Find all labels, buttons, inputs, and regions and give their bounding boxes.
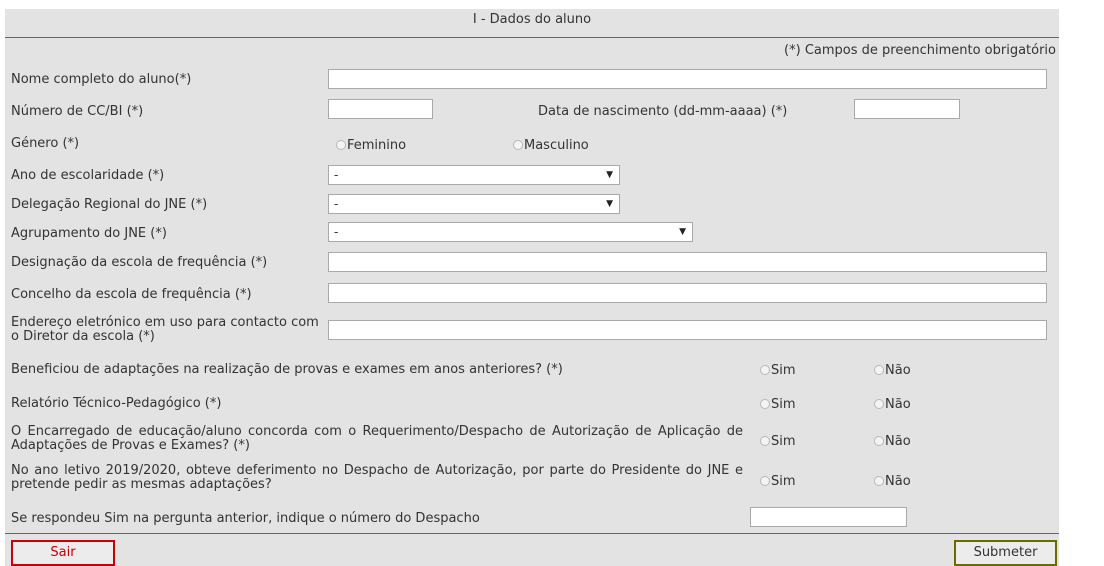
cc-label: Número de CC/BI (*) (11, 104, 144, 119)
submeter-button[interactable]: Submeter (954, 540, 1057, 566)
footer-divider (5, 533, 1059, 534)
radio-circle[interactable] (760, 365, 770, 375)
header-divider (5, 37, 1059, 38)
q1-sim-label: Sim (771, 363, 796, 378)
radio-circle[interactable] (760, 476, 770, 486)
required-note: (*) Campos de preenchimento obrigatório (784, 43, 1056, 58)
q1-nao-radio[interactable]: Não (874, 363, 911, 378)
q1-nao-label: Não (885, 363, 911, 378)
q3-nao-label: Não (885, 434, 911, 449)
q2-nao-radio[interactable]: Não (874, 397, 911, 412)
radio-circle[interactable] (874, 365, 884, 375)
nome-input[interactable] (328, 69, 1047, 89)
cc-input[interactable] (328, 99, 433, 119)
agrupamento-label: Agrupamento do JNE (*) (11, 226, 167, 241)
agrupamento-select[interactable]: - ▼ (328, 222, 693, 242)
dropdown-arrow-icon: ▼ (679, 227, 686, 237)
ano-select-value: - (334, 168, 339, 182)
q2-sim-radio[interactable]: Sim (760, 397, 796, 412)
dropdown-arrow-icon: ▼ (606, 170, 613, 180)
email-input[interactable] (328, 320, 1047, 340)
radio-circle[interactable] (760, 436, 770, 446)
genero-masculino-radio[interactable]: Masculino (513, 138, 589, 153)
delegacao-label: Delegação Regional do JNE (*) (11, 197, 208, 212)
radio-circle[interactable] (760, 399, 770, 409)
genero-feminino-radio[interactable]: Feminino (336, 138, 406, 153)
radio-circle[interactable] (336, 140, 346, 150)
radio-circle[interactable] (513, 140, 523, 150)
escola-input[interactable] (328, 252, 1047, 272)
q1-label: Beneficiou de adaptações na realização d… (11, 362, 563, 377)
despacho-label: Se respondeu Sim na pergunta anterior, i… (11, 511, 480, 526)
concelho-label: Concelho da escola de frequência (*) (11, 287, 252, 302)
q2-sim-label: Sim (771, 397, 796, 412)
radio-circle[interactable] (874, 399, 884, 409)
q3-sim-label: Sim (771, 434, 796, 449)
despacho-input[interactable] (750, 507, 907, 527)
student-data-form: I - Dados do aluno (*) Campos de preench… (5, 9, 1059, 566)
concelho-input[interactable] (328, 283, 1047, 303)
nome-label: Nome completo do aluno(*) (11, 72, 192, 87)
delegacao-select-value: - (334, 197, 339, 211)
q2-nao-label: Não (885, 397, 911, 412)
q3-sim-radio[interactable]: Sim (760, 434, 796, 449)
genero-feminino-label: Feminino (347, 138, 407, 153)
agrupamento-select-value: - (334, 225, 339, 239)
delegacao-select[interactable]: - ▼ (328, 194, 620, 214)
email-label: Endereço eletrónico em uso para contacto… (11, 315, 319, 344)
q4-label: No ano letivo 2019/2020, obteve deferime… (11, 463, 743, 492)
q1-sim-radio[interactable]: Sim (760, 363, 796, 378)
section-title: I - Dados do aluno (472, 12, 592, 27)
q4-sim-label: Sim (771, 474, 796, 489)
ano-label: Ano de escolaridade (*) (11, 168, 165, 183)
q3-nao-radio[interactable]: Não (874, 434, 911, 449)
sair-button[interactable]: Sair (11, 540, 115, 566)
q4-nao-label: Não (885, 474, 911, 489)
q4-nao-radio[interactable]: Não (874, 474, 911, 489)
radio-circle[interactable] (874, 476, 884, 486)
genero-label: Género (*) (11, 136, 80, 151)
genero-masculino-label: Masculino (524, 138, 589, 153)
escola-label: Designação da escola de frequência (*) (11, 255, 268, 270)
data-nascimento-input[interactable] (854, 99, 960, 119)
q3-label: O Encarregado de educação/aluno concorda… (11, 424, 743, 453)
q2-label: Relatório Técnico-Pedagógico (*) (11, 396, 222, 411)
data-nascimento-label: Data de nascimento (dd-mm-aaaa) (*) (538, 104, 788, 119)
radio-circle[interactable] (874, 436, 884, 446)
q4-sim-radio[interactable]: Sim (760, 474, 796, 489)
dropdown-arrow-icon: ▼ (606, 199, 613, 209)
ano-select[interactable]: - ▼ (328, 165, 620, 185)
